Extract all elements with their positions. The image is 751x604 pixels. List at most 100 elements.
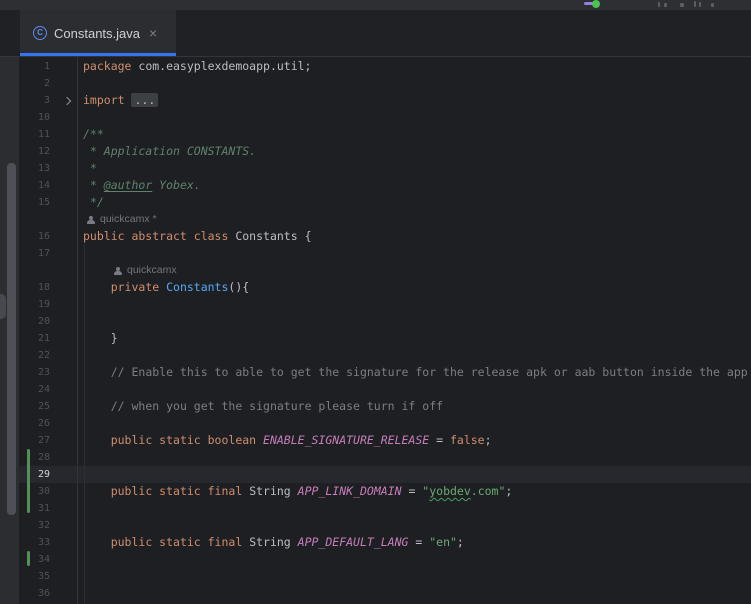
code-token: public static final [110,484,250,498]
code-token: import [83,93,132,107]
code-line-30[interactable]: 30 public static final String APP_LINK_D… [19,483,751,500]
left-scrollbar-thumb[interactable] [7,163,16,515]
line-number: 36 [37,588,50,599]
fold-column [50,194,77,211]
code-line-20[interactable]: 20 [19,313,751,330]
code-line-23[interactable]: 23 // Enable this to able to get the sig… [19,364,751,381]
code-line-22[interactable]: 22 [19,347,751,364]
close-tab-icon[interactable]: × [149,26,157,40]
fold-column [50,126,77,143]
code-token: yobdev [429,484,471,498]
fold-column [50,398,77,415]
code-token: ; [484,433,492,447]
author-person-icon [86,215,95,225]
code-line-29[interactable]: 29 [19,466,751,483]
code-token: public static final [110,535,250,549]
author-person-icon [113,266,122,276]
code-token: Constants [166,280,229,294]
code-line-15[interactable]: 15 */ [19,194,751,211]
code-line-24[interactable]: 24 [19,381,751,398]
java-class-icon: C [33,26,47,40]
fold-column [50,534,77,551]
code-line-27[interactable]: 27 public static boolean ENABLE_SIGNATUR… [19,432,751,449]
code-token: // Enable this to able to get the signat… [110,365,748,379]
line-number: 15 [37,197,50,208]
code-author-inlay[interactable]: quickcamx [113,262,177,279]
code-line-10[interactable]: 10 [19,109,751,126]
code-token: public abstract class [83,229,236,243]
code-text: /** [77,126,104,143]
code-text: quickcamx [77,262,177,279]
fold-column [50,466,77,483]
line-number: 30 [37,486,50,497]
code-line-25[interactable]: 25 // when you get the signature please … [19,398,751,415]
line-number: 33 [37,537,50,548]
code-token: String [249,535,298,549]
code-token: * [83,161,97,175]
code-line-31[interactable]: 31 [19,500,751,517]
code-token: } [83,331,118,345]
code-token: "en" [429,535,457,549]
code-token: .com" [470,484,506,498]
code-editor[interactable]: 1 package com.easyplexdemoapp.util; 2 3 impo… [19,57,751,604]
code-line-16[interactable]: 16 public abstract class Constants { [19,228,751,245]
toolbar-icon-fragment [694,1,696,7]
fold-column [50,228,77,245]
code-author-inlay[interactable]: quickcamx * [86,211,157,228]
code-line-14[interactable]: 14 * @author Yobex. [19,177,751,194]
line-number: 3 [43,95,50,106]
tab-title: Constants.java [54,25,140,41]
code-line-2[interactable]: 2 [19,75,751,92]
fold-column [50,143,77,160]
line-number [19,262,50,279]
code-token: * Application CONSTANTS. [83,144,257,158]
code-line-11[interactable]: 11 /** [19,126,751,143]
code-line-28[interactable]: 28 [19,449,751,466]
line-number: 24 [37,384,50,395]
code-line-12[interactable]: 12 * Application CONSTANTS. [19,143,751,160]
code-line-17[interactable]: 17 [19,245,751,262]
left-toolwindow-stripe [0,57,19,604]
toolwindow-handle[interactable] [0,294,6,319]
code-text: public static final String APP_LINK_DOMA… [77,483,513,500]
code-line-3[interactable]: 3 import ... [19,92,751,109]
line-number: 21 [37,333,50,344]
fold-column [50,364,77,381]
code-line-18[interactable]: 18 private Constants(){ [19,279,751,296]
code-line-33[interactable]: 33 public static final String APP_DEFAUL… [19,534,751,551]
code-text: * [77,160,97,177]
code-line-36[interactable]: 36 [19,585,751,602]
code-line-26[interactable]: 26 [19,415,751,432]
code-token: Yobex. [152,178,201,192]
code-line-32[interactable]: 32 [19,517,751,534]
tab-constants-java[interactable]: C Constants.java × [20,10,176,56]
code-token: ... [131,93,159,107]
code-text: * @author Yobex. [77,177,201,194]
line-number [19,211,50,228]
fold-column [50,313,77,330]
code-line-19[interactable]: 19 [19,296,751,313]
code-token: String [249,484,298,498]
fold-column [50,245,77,262]
code-line-inlay[interactable]: quickcamx [19,262,751,279]
fold-arrow-icon[interactable] [50,92,77,109]
code-line-1[interactable]: 1 package com.easyplexdemoapp.util; [19,58,751,75]
fold-column [50,551,77,568]
code-token: com.easyplexdemoapp.util; [138,59,312,73]
code-line-34[interactable]: 34 [19,551,751,568]
line-number: 20 [37,316,50,327]
code-line-inlay[interactable]: quickcamx * [19,211,751,228]
code-line-21[interactable]: 21 } [19,330,751,347]
code-line-35[interactable]: 35 [19,568,751,585]
code-line-13[interactable]: 13 * [19,160,751,177]
